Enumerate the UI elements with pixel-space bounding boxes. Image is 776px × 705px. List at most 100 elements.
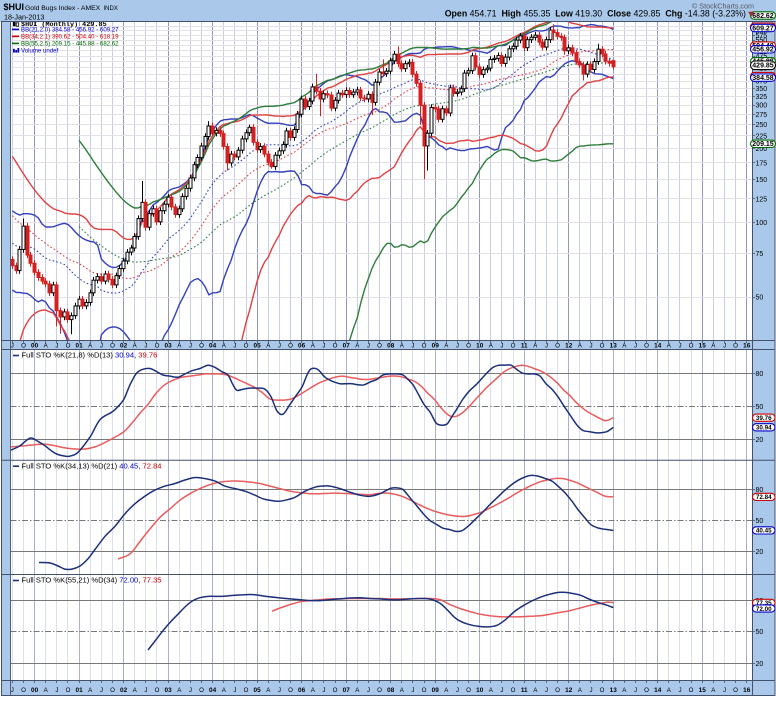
svg-text:Gold Bugs Index - AMEX: Gold Bugs Index - AMEX — [25, 5, 101, 12]
svg-text:01: 01 — [76, 687, 84, 694]
svg-text:INDX: INDX — [104, 6, 118, 12]
svg-text:04: 04 — [209, 342, 217, 349]
svg-text:O: O — [600, 687, 605, 694]
svg-text:J: J — [144, 342, 147, 349]
svg-text:O: O — [511, 687, 516, 694]
svg-text:J: J — [322, 687, 325, 694]
svg-text:50: 50 — [756, 629, 764, 636]
svg-text:J: J — [678, 342, 681, 349]
svg-text:14: 14 — [654, 687, 662, 694]
svg-text:BB(55,2.5) 209.15 - 445.88 - 6: BB(55,2.5) 209.15 - 445.88 - 682.62 — [21, 41, 119, 48]
svg-text:01: 01 — [76, 342, 84, 349]
svg-text:15: 15 — [699, 342, 707, 349]
svg-text:08: 08 — [387, 342, 395, 349]
svg-text:O: O — [244, 687, 249, 694]
svg-text:384.58: 384.58 — [752, 75, 774, 82]
svg-text:J: J — [322, 342, 325, 349]
svg-text:J: J — [367, 342, 370, 349]
svg-text:J: J — [55, 687, 58, 694]
svg-text:80: 80 — [756, 371, 764, 378]
svg-text:J: J — [545, 342, 548, 349]
svg-text:O: O — [155, 687, 160, 694]
svg-text:J: J — [678, 687, 681, 694]
svg-text:J: J — [411, 342, 414, 349]
svg-text:J: J — [278, 687, 281, 694]
svg-text:O: O — [689, 687, 694, 694]
svg-text:00: 00 — [31, 687, 39, 694]
svg-text:J: J — [500, 342, 503, 349]
svg-text:O: O — [600, 342, 605, 349]
svg-text:O: O — [288, 687, 293, 694]
svg-text:12: 12 — [565, 342, 573, 349]
svg-text:O: O — [21, 342, 26, 349]
svg-text:J: J — [545, 687, 548, 694]
svg-text:50: 50 — [756, 404, 764, 411]
svg-text:07: 07 — [343, 687, 351, 694]
svg-text:00: 00 — [31, 342, 39, 349]
svg-text:275: 275 — [756, 112, 768, 119]
svg-text:12: 12 — [565, 687, 573, 694]
svg-text:10: 10 — [476, 342, 484, 349]
svg-text:14: 14 — [654, 342, 662, 349]
svg-text:J: J — [367, 687, 370, 694]
svg-text:05: 05 — [254, 687, 262, 694]
svg-text:209.15: 209.15 — [752, 141, 774, 148]
svg-text:O: O — [377, 687, 382, 694]
svg-text:J: J — [723, 687, 726, 694]
svg-text:13: 13 — [610, 342, 618, 349]
svg-text:09: 09 — [432, 342, 440, 349]
svg-text:Open 454.71 High 455.35 Low: Open 454.71 High 455.35 Low 419.30 Close… — [445, 8, 746, 18]
svg-text:39.76: 39.76 — [756, 415, 772, 422]
svg-text:O: O — [110, 342, 115, 349]
svg-text:O: O — [377, 342, 382, 349]
svg-text:O: O — [689, 342, 694, 349]
svg-text:O: O — [155, 342, 160, 349]
svg-text:300: 300 — [756, 103, 768, 110]
svg-text:J: J — [100, 342, 103, 349]
svg-text:06: 06 — [298, 342, 306, 349]
svg-text:O: O — [66, 687, 71, 694]
svg-text:O: O — [733, 687, 738, 694]
svg-text:J: J — [100, 687, 103, 694]
svg-text:O: O — [244, 342, 249, 349]
svg-text:02: 02 — [120, 687, 128, 694]
svg-text:J: J — [233, 342, 236, 349]
svg-text:Full STO %K(34,13) %D(21) 40.4: Full STO %K(34,13) %D(21) 40.45, 72.84 — [22, 461, 162, 470]
svg-text:09: 09 — [432, 687, 440, 694]
svg-text:J: J — [500, 687, 503, 694]
svg-text:429.85: 429.85 — [752, 63, 774, 70]
svg-text:175: 175 — [756, 160, 768, 167]
svg-text:O: O — [644, 687, 649, 694]
svg-text:07: 07 — [343, 342, 351, 349]
svg-text:609.27: 609.27 — [752, 25, 774, 32]
svg-text:682.62: 682.62 — [752, 13, 774, 20]
svg-text:15: 15 — [699, 687, 707, 694]
svg-text:O: O — [66, 342, 71, 349]
svg-text:O: O — [288, 342, 293, 349]
svg-text:J: J — [456, 687, 459, 694]
svg-text:16: 16 — [743, 342, 751, 349]
svg-text:J: J — [589, 687, 592, 694]
svg-text:J: J — [634, 342, 637, 349]
svg-text:150: 150 — [756, 177, 768, 184]
svg-text:J: J — [11, 342, 14, 349]
svg-text:O: O — [511, 342, 516, 349]
svg-text:J: J — [189, 687, 192, 694]
svg-text:08: 08 — [387, 687, 395, 694]
svg-text:Volume undef: Volume undef — [21, 48, 59, 55]
svg-text:O: O — [466, 687, 471, 694]
svg-text:J: J — [278, 342, 281, 349]
svg-text:J: J — [411, 687, 414, 694]
svg-text:325: 325 — [756, 94, 768, 101]
svg-text:BB(21,2.0) 384.58 - 456.92 - 6: BB(21,2.0) 384.58 - 456.92 - 609.27 — [21, 27, 119, 34]
svg-text:O: O — [422, 342, 427, 349]
svg-text:J: J — [589, 342, 592, 349]
svg-text:30.94: 30.94 — [756, 425, 772, 432]
svg-text:100: 100 — [756, 220, 768, 227]
svg-text:BB(34,2.1) 390.62 - 504.40 - 6: BB(34,2.1) 390.62 - 504.40 - 618.19 — [21, 34, 119, 41]
svg-text:40.45: 40.45 — [756, 528, 772, 535]
svg-text:O: O — [333, 687, 338, 694]
svg-text:Full STO %K(55,21) %D(34) 72.0: Full STO %K(55,21) %D(34) 72.00, 77.35 — [22, 576, 162, 585]
svg-text:225: 225 — [756, 133, 768, 140]
svg-text:06: 06 — [298, 687, 306, 694]
